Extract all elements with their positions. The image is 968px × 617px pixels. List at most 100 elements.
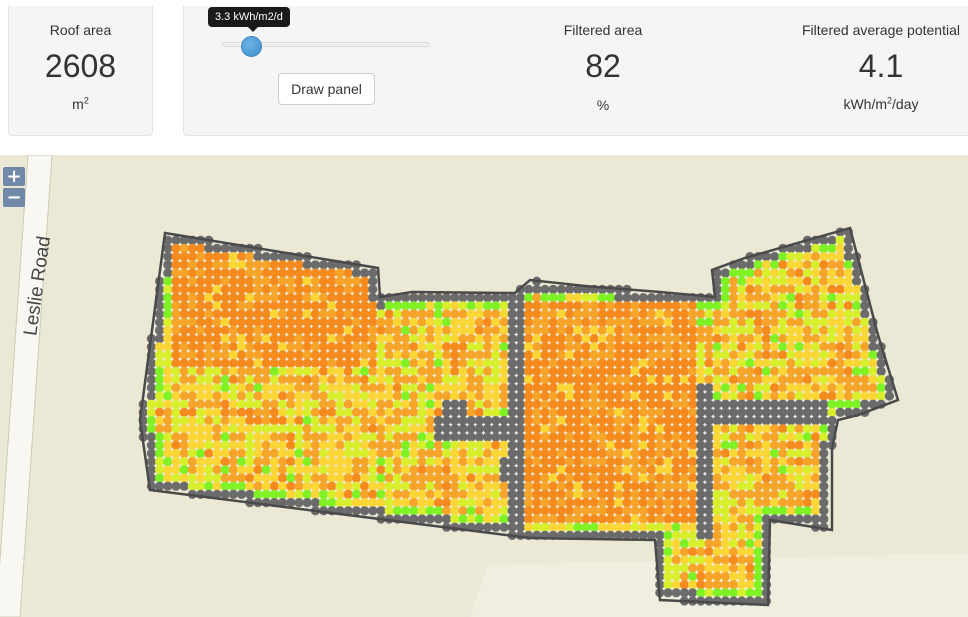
potential-dot xyxy=(368,424,378,434)
potential-dot xyxy=(606,424,616,434)
potential-dot xyxy=(294,366,304,376)
potential-dot xyxy=(532,424,542,434)
potential-dot xyxy=(220,358,230,368)
potential-dot xyxy=(712,309,722,319)
potential-dot xyxy=(515,440,526,450)
potential-dot xyxy=(761,481,772,491)
potential-dot xyxy=(786,358,796,368)
potential-dot xyxy=(679,555,690,565)
potential-dot xyxy=(548,375,558,385)
potential-dot xyxy=(253,407,263,417)
potential-dot xyxy=(671,481,681,491)
potential-dot xyxy=(253,342,263,352)
potential-dot xyxy=(540,407,550,417)
potential-dot xyxy=(638,334,649,344)
potential-dot xyxy=(376,342,386,352)
potential-dot xyxy=(729,506,739,516)
potential-dot xyxy=(679,325,690,335)
potential-dot xyxy=(778,424,788,434)
potential-dot xyxy=(196,268,206,278)
potential-dot xyxy=(540,473,550,483)
potential-dot xyxy=(458,334,468,344)
potential-dot xyxy=(614,481,624,491)
potential-dot xyxy=(483,514,493,524)
potential-dot xyxy=(606,366,616,376)
potential-dot xyxy=(827,243,837,253)
potential-dot xyxy=(573,342,583,352)
potential-dot xyxy=(507,424,517,434)
potential-dot xyxy=(573,309,583,319)
potential-dot xyxy=(679,350,690,360)
potential-dot xyxy=(146,399,156,409)
potential-dot xyxy=(474,334,484,344)
map-canvas[interactable] xyxy=(0,155,968,617)
potential-dot xyxy=(737,399,747,409)
potential-dot xyxy=(319,473,329,483)
potential-dot xyxy=(392,375,402,385)
potential-dot xyxy=(409,473,419,483)
potential-dot xyxy=(852,366,862,376)
potential-dot xyxy=(737,580,747,590)
potential-dot xyxy=(827,350,837,360)
zoom-in-button[interactable]: + xyxy=(3,167,25,186)
potential-dot xyxy=(409,293,419,303)
potential-dot xyxy=(253,399,263,409)
potential-dot xyxy=(614,293,624,303)
potential-dot xyxy=(827,309,837,319)
potential-dot xyxy=(466,448,476,458)
potential-dot xyxy=(220,375,230,385)
potential-dot xyxy=(524,375,534,385)
draw-panel-button[interactable]: Draw panel xyxy=(278,73,375,105)
potential-dot xyxy=(581,498,591,508)
potential-dot xyxy=(532,383,542,393)
potential-dot xyxy=(187,391,197,401)
potential-dot xyxy=(720,481,731,491)
potential-dot xyxy=(729,358,739,368)
potential-dot xyxy=(401,350,411,360)
potential-dot xyxy=(327,293,337,303)
potential-dot xyxy=(228,317,238,327)
potential-dot xyxy=(343,350,353,360)
potential-dot xyxy=(204,399,214,409)
potential-slider-handle[interactable] xyxy=(241,36,263,57)
potential-dot xyxy=(425,457,435,467)
potential-dot xyxy=(343,457,353,467)
potential-dot xyxy=(745,293,755,303)
potential-dot xyxy=(392,457,402,467)
potential-dot xyxy=(581,342,591,352)
zoom-out-button[interactable]: − xyxy=(3,188,25,207)
potential-dot xyxy=(196,334,206,344)
potential-dot xyxy=(450,350,460,360)
potential-dot xyxy=(540,342,550,352)
potential-dot xyxy=(761,276,772,286)
potential-dot xyxy=(245,432,255,442)
potential-dot xyxy=(171,375,181,385)
potential-dot xyxy=(261,440,271,450)
potential-dot xyxy=(220,243,230,253)
potential-dot xyxy=(491,481,501,491)
potential-dot xyxy=(663,309,673,319)
potential-dot xyxy=(663,514,673,524)
potential-dot xyxy=(704,457,714,467)
potential-dot xyxy=(507,473,517,483)
potential-dot xyxy=(171,424,181,434)
potential-dot xyxy=(647,366,657,376)
potential-dot xyxy=(360,383,370,393)
potential-dot xyxy=(261,383,271,393)
potential-dot xyxy=(794,243,804,253)
potential-dot xyxy=(655,514,665,524)
potential-dot xyxy=(565,358,575,368)
potential-dot xyxy=(351,391,361,401)
potential-dot xyxy=(376,457,386,467)
potential-dot xyxy=(524,358,534,368)
potential-dot xyxy=(589,366,599,376)
potential-dot xyxy=(712,522,722,532)
potential-dot xyxy=(466,498,476,508)
potential-dot xyxy=(261,432,271,442)
potential-dot xyxy=(606,317,616,327)
potential-dot xyxy=(688,481,698,491)
potential-dot xyxy=(335,391,345,401)
potential-dot xyxy=(384,375,394,385)
solar-map[interactable] xyxy=(0,155,968,617)
potential-dot xyxy=(425,301,435,311)
